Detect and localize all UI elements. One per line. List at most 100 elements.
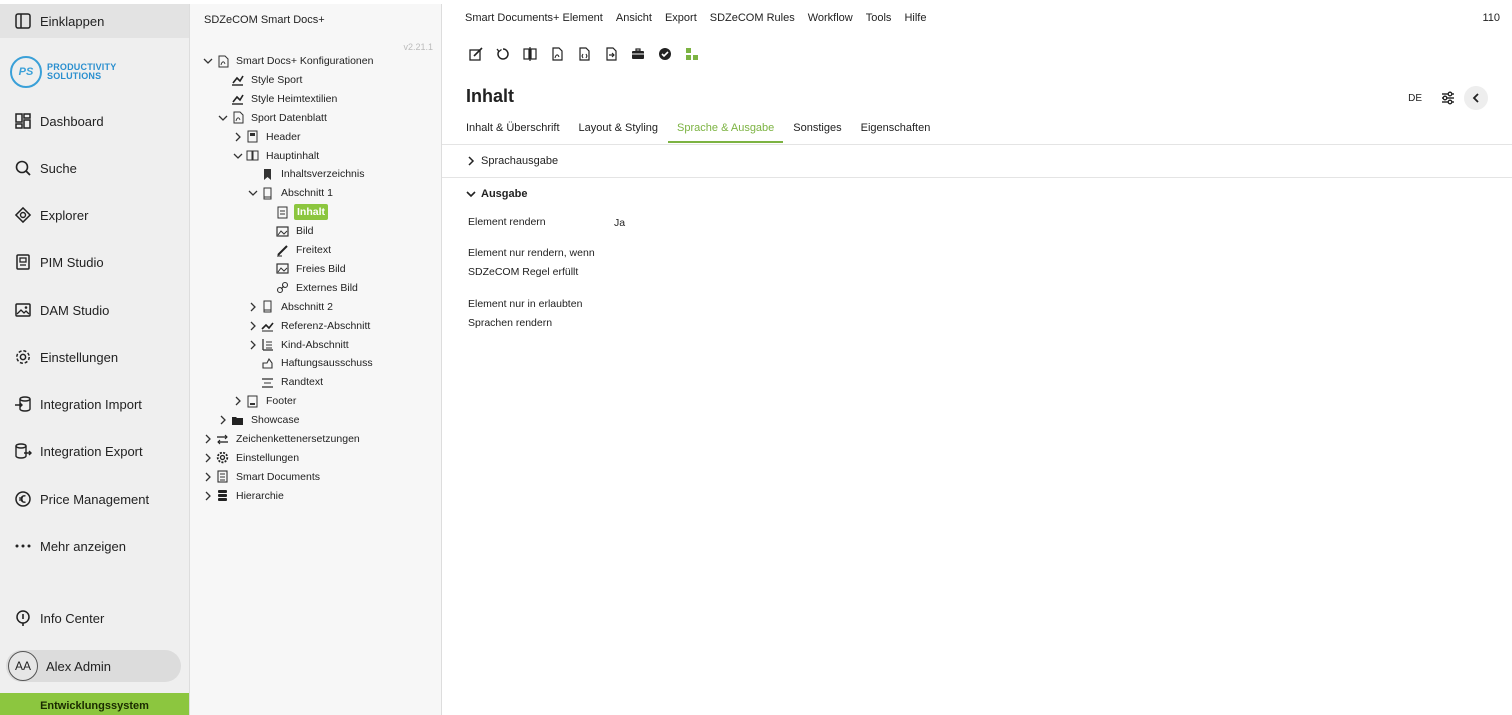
logo-mark: PS xyxy=(10,56,42,88)
toolbar xyxy=(466,44,709,64)
tab-sonstiges[interactable]: Sonstiges xyxy=(793,122,841,143)
tree-node[interactable]: Footer xyxy=(232,392,298,410)
tree-node-label: Smart Docs+ Konfigurationen xyxy=(236,55,374,67)
export-file-button[interactable] xyxy=(601,44,621,64)
tree-node[interactable]: Kind-Abschnitt xyxy=(247,336,351,354)
tab-inhalt-ueberschrift[interactable]: Inhalt & Überschrift xyxy=(466,122,560,143)
chevron-down-icon[interactable] xyxy=(217,112,229,124)
tree-node[interactable]: Externes Bild xyxy=(262,279,360,297)
tab-sprache-ausgabe[interactable]: Sprache & Ausgabe xyxy=(668,122,784,143)
chevron-right-icon[interactable] xyxy=(232,131,244,143)
edit-button[interactable] xyxy=(466,44,486,64)
tree-node[interactable]: Abschnitt 1 xyxy=(247,184,335,202)
section-title: Sprachausgabe xyxy=(481,155,559,167)
chevron-right-icon[interactable] xyxy=(202,490,214,502)
chevron-right-icon[interactable] xyxy=(232,395,244,407)
collapse-button[interactable]: Einklappen xyxy=(0,4,189,38)
user-name: Alex Admin xyxy=(46,658,112,674)
briefcase-button[interactable] xyxy=(628,44,648,64)
tree-structure-button[interactable] xyxy=(682,44,702,64)
menu-export[interactable]: Export xyxy=(665,12,697,24)
menu-tools[interactable]: Tools xyxy=(866,12,892,24)
section-ausgabe-toggle[interactable]: Ausgabe xyxy=(466,188,527,200)
nav-integration-export[interactable]: Integration Export xyxy=(0,431,189,471)
field-label-languages: Element nur in erlaubten Sprachen render… xyxy=(468,295,582,333)
nav-explorer[interactable]: Explorer xyxy=(0,195,189,235)
tree-node[interactable]: Sport Datenblatt xyxy=(217,109,329,127)
compare-button[interactable] xyxy=(520,44,540,64)
tree-node[interactable]: Style Heimtextilien xyxy=(217,90,339,108)
tree-node[interactable]: Referenz-Abschnitt xyxy=(247,317,372,335)
tree-node-label: Referenz-Abschnitt xyxy=(281,319,371,332)
nav-einstellungen[interactable]: Einstellungen xyxy=(0,337,189,377)
title-actions: DE xyxy=(1408,86,1488,110)
chevron-right-icon[interactable] xyxy=(217,414,229,426)
chevron-right-icon[interactable] xyxy=(247,339,259,351)
refresh-button[interactable] xyxy=(493,44,513,64)
nav-price-management[interactable]: Price Management xyxy=(0,479,189,519)
tree-node-label: Showcase xyxy=(251,414,300,427)
tree-node[interactable]: Style Sport xyxy=(217,71,304,89)
tree-node[interactable]: Smart Docs+ Konfigurationen xyxy=(202,52,375,70)
nav-dam-studio[interactable]: DAM Studio xyxy=(0,290,189,330)
tree-node[interactable]: Inhaltsverzeichnis xyxy=(247,165,366,183)
tab-eigenschaften[interactable]: Eigenschaften xyxy=(861,122,931,143)
tree-node[interactable]: Haftungsausschuss xyxy=(247,354,375,372)
nav-more[interactable]: Mehr anzeigen xyxy=(0,526,189,566)
tree-node[interactable]: Hauptinhalt xyxy=(232,147,321,165)
tree-node[interactable]: Abschnitt 2 xyxy=(247,298,335,316)
chevron-right-icon[interactable] xyxy=(247,301,259,313)
tree-node-label: Footer xyxy=(266,395,297,408)
pdf-button[interactable] xyxy=(547,44,567,64)
nav-pim-studio[interactable]: PIM Studio xyxy=(0,242,189,282)
child-icon xyxy=(262,339,273,351)
menu-hilfe[interactable]: Hilfe xyxy=(904,12,926,24)
approve-button[interactable] xyxy=(655,44,675,64)
tree-node[interactable]: Freitext xyxy=(262,241,333,259)
tree-node[interactable]: Zeichenkettenersetzungen xyxy=(202,430,362,448)
tree-node-label: Header xyxy=(266,130,301,143)
folder-icon xyxy=(232,416,243,425)
chevron-right-icon[interactable] xyxy=(247,320,259,332)
chevron-right-icon[interactable] xyxy=(202,471,214,483)
menu-workflow[interactable]: Workflow xyxy=(808,12,853,24)
tree-node[interactable]: Randtext xyxy=(247,373,325,391)
chevron-down-icon[interactable] xyxy=(202,55,214,67)
tree-node[interactable]: Smart Documents xyxy=(202,468,322,486)
tab-layout-styling[interactable]: Layout & Styling xyxy=(579,122,659,143)
section-icon xyxy=(263,187,272,200)
collapse-icon xyxy=(15,13,31,29)
tree-spacer xyxy=(217,74,229,86)
avatar: AA xyxy=(8,651,38,681)
section-sprachausgabe-toggle[interactable]: Sprachausgabe xyxy=(466,155,558,167)
tree-node-label: Sport Datenblatt xyxy=(251,111,327,124)
tree-node[interactable]: Freies Bild xyxy=(262,260,348,278)
explorer-icon xyxy=(14,206,32,224)
user-menu[interactable]: AA Alex Admin xyxy=(6,650,181,682)
menu-rules[interactable]: SDZeCOM Rules xyxy=(710,12,795,24)
settings-button[interactable] xyxy=(1436,86,1460,110)
field-value-render[interactable]: Ja xyxy=(614,217,625,229)
tree-node[interactable]: Header xyxy=(232,128,302,146)
nav-integration-import[interactable]: Integration Import xyxy=(0,384,189,424)
chevron-right-icon[interactable] xyxy=(202,452,214,464)
nav-search[interactable]: Suche xyxy=(0,148,189,188)
chevron-down-icon[interactable] xyxy=(232,150,244,162)
menu-element[interactable]: Smart Documents+ Element xyxy=(465,12,603,24)
tree-node[interactable]: Showcase xyxy=(217,411,301,429)
tree-node[interactable]: Hierarchie xyxy=(202,487,286,505)
tree-title: SDZeCOM Smart Docs+ xyxy=(204,14,325,26)
collapse-panel-button[interactable] xyxy=(1464,86,1488,110)
code-button[interactable] xyxy=(574,44,594,64)
chevron-right-icon[interactable] xyxy=(202,433,214,445)
tree-node-label: Hierarchie xyxy=(236,489,284,502)
tree-node[interactable]: Einstellungen xyxy=(202,449,301,467)
tree-node[interactable]: Inhalt xyxy=(262,203,328,221)
nav-dashboard[interactable]: Dashboard xyxy=(0,101,189,141)
menu-ansicht[interactable]: Ansicht xyxy=(616,12,652,24)
language-selector[interactable]: DE xyxy=(1408,93,1422,104)
nav-info-center[interactable]: Info Center xyxy=(0,598,189,638)
tree-node[interactable]: Bild xyxy=(262,222,316,240)
pdf-icon xyxy=(552,47,563,61)
chevron-down-icon[interactable] xyxy=(247,187,259,199)
